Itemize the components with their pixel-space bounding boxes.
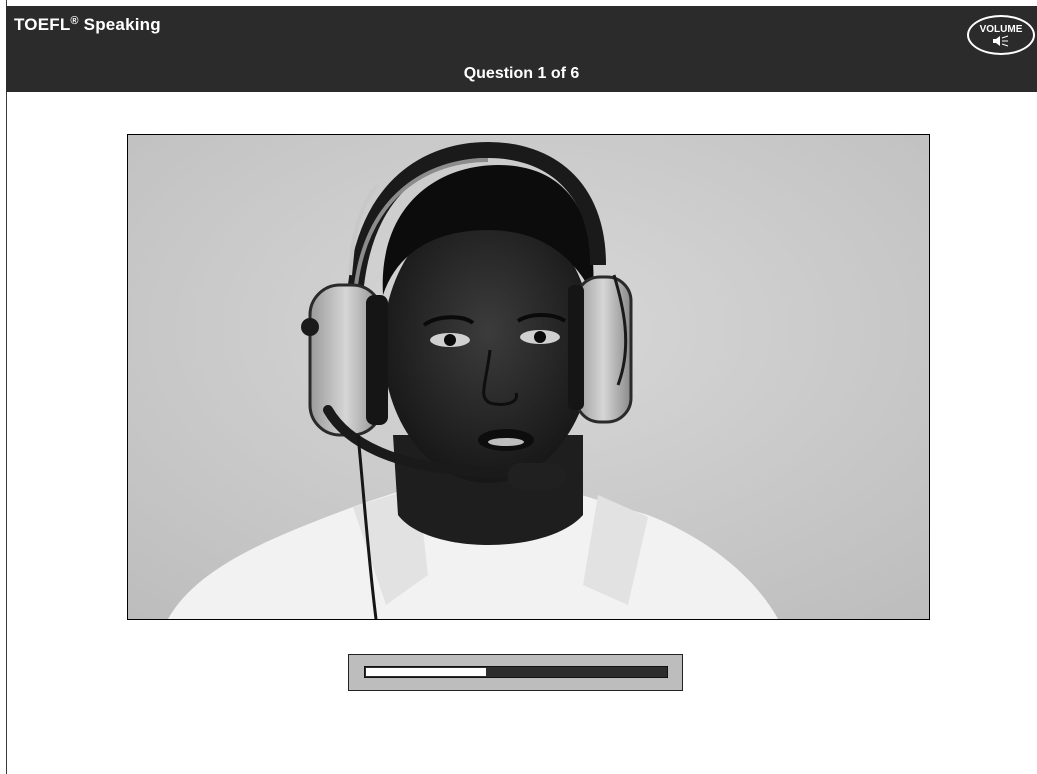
question-counter: Question 1 of 6	[463, 65, 580, 82]
speaker-photo-illustration	[128, 135, 929, 619]
volume-label: VOLUME	[979, 23, 1023, 35]
speaker-photo	[127, 134, 930, 620]
registered-mark: ®	[70, 15, 79, 27]
app-name: TOEFL	[14, 15, 71, 34]
speaker-icon	[991, 35, 1011, 47]
top-bar: TOEFL® Speaking Question 1 of 6 VOLUME	[6, 6, 1037, 92]
progress-bar	[364, 666, 668, 678]
progress-panel	[348, 654, 683, 691]
volume-button[interactable]: VOLUME	[967, 15, 1035, 55]
progress-fill	[366, 668, 486, 676]
app-title: TOEFL® Speaking	[14, 15, 161, 35]
app-name-suffix: Speaking	[78, 15, 161, 34]
